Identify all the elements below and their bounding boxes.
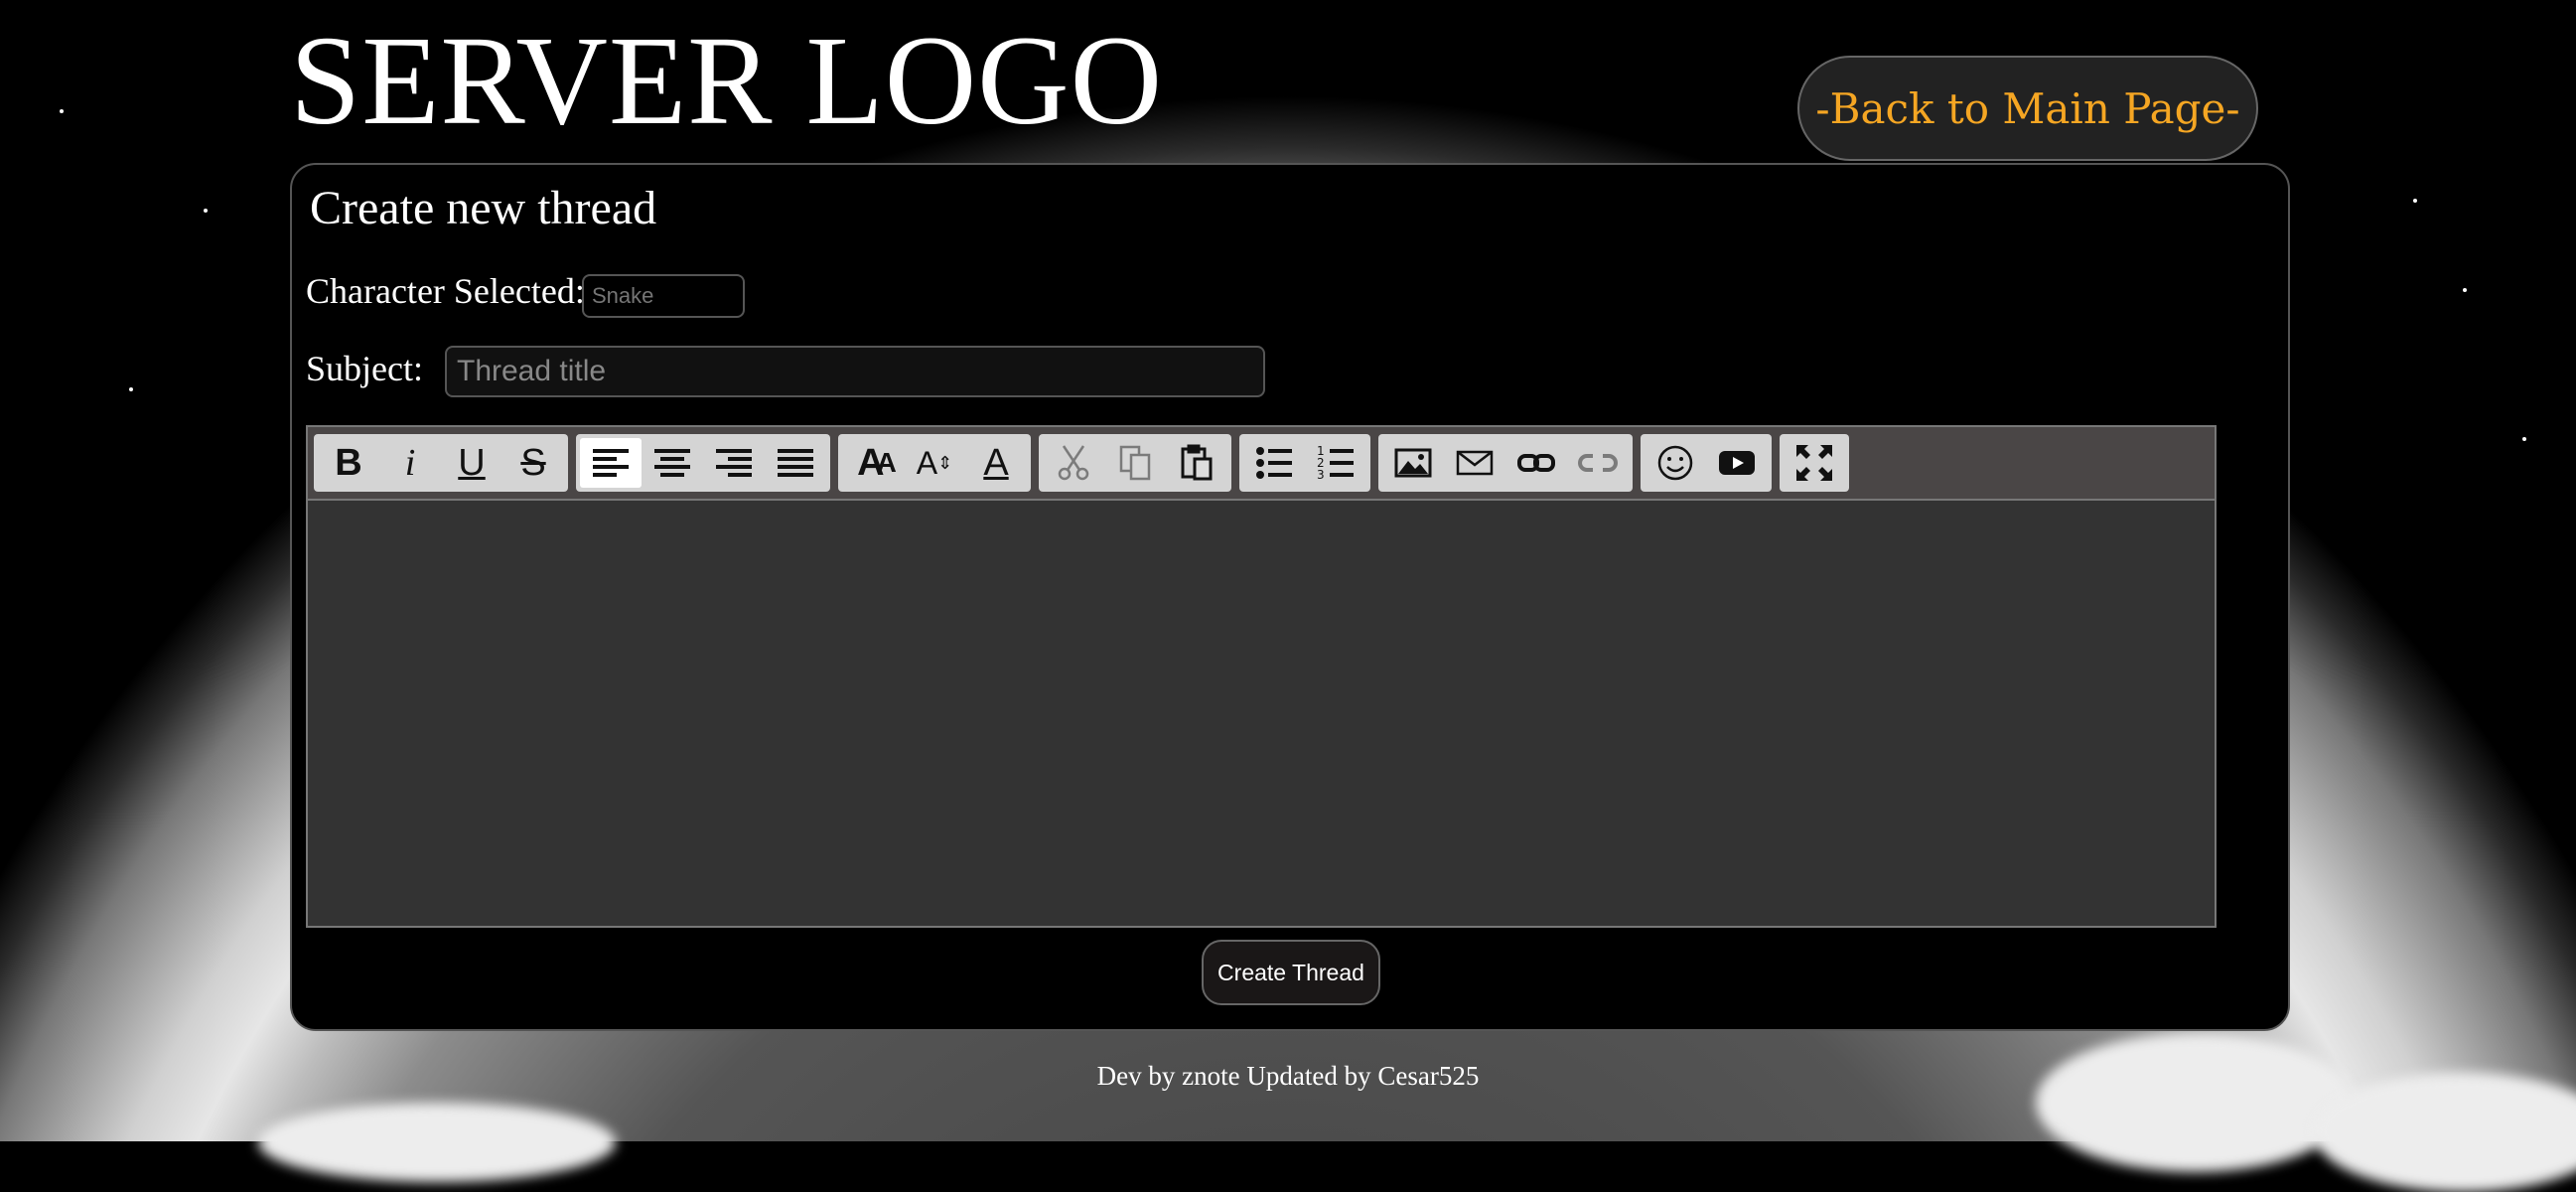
ordered-list-icon[interactable]: 123 — [1305, 438, 1366, 488]
cut-icon[interactable] — [1043, 438, 1104, 488]
toolbar-group-align — [576, 434, 830, 492]
font-size-icon[interactable]: A ⇕ — [904, 438, 965, 488]
character-field[interactable] — [582, 274, 745, 318]
create-thread-button[interactable]: Create Thread — [1202, 940, 1380, 1005]
svg-text:3: 3 — [1317, 468, 1325, 482]
justify-icon[interactable] — [765, 438, 826, 488]
star — [60, 109, 64, 113]
link-icon[interactable] — [1505, 438, 1567, 488]
toolbar-group-font: AA A ⇕ A — [838, 434, 1031, 492]
create-thread-panel: Create new thread Character Selected: Su… — [290, 163, 2290, 1031]
server-logo: SERVER LOGO — [290, 10, 1163, 151]
italic-icon[interactable]: i — [379, 438, 441, 488]
copy-icon[interactable] — [1104, 438, 1166, 488]
align-left-icon[interactable] — [580, 438, 642, 488]
cloud — [258, 1103, 616, 1182]
star — [2413, 199, 2417, 203]
underline-icon[interactable]: U — [441, 438, 502, 488]
font-color-icon[interactable]: A — [965, 438, 1027, 488]
page-title: Create new thread — [310, 182, 657, 234]
paste-icon[interactable] — [1166, 438, 1227, 488]
star — [204, 209, 208, 213]
align-center-icon[interactable] — [642, 438, 703, 488]
font-size-arrows: ⇕ — [937, 452, 953, 473]
bullet-list-icon[interactable] — [1243, 438, 1305, 488]
toolbar-group-format: B i U S — [314, 434, 568, 492]
toolbar-group-media — [1641, 434, 1772, 492]
star — [129, 387, 133, 391]
rich-text-editor: B i U S AA A ⇕ A 1 2 3 — [306, 425, 2217, 928]
character-label: Character Selected: — [306, 271, 585, 311]
youtube-icon[interactable] — [1706, 438, 1768, 488]
bold-icon[interactable]: B — [318, 438, 379, 488]
font-size-glyph: A — [916, 444, 938, 481]
subject-label: Subject: — [306, 349, 423, 388]
toolbar-group-lists: 123 — [1239, 434, 1370, 492]
toolbar-group-view — [1780, 434, 1849, 492]
star — [2522, 437, 2526, 441]
toolbar-group-clipboard — [1039, 434, 1231, 492]
editor-toolbar: B i U S AA A ⇕ A 1 2 3 — [308, 427, 2215, 501]
email-icon[interactable] — [1444, 438, 1505, 488]
star — [2463, 288, 2467, 292]
cloud — [2036, 1033, 2354, 1172]
font-glyph: A — [857, 441, 885, 484]
footer-credit: Dev by znote Updated by Cesar525 — [1096, 1061, 1480, 1091]
subject-input[interactable] — [445, 346, 1265, 397]
emoticon-icon[interactable] — [1645, 438, 1706, 488]
image-icon[interactable] — [1382, 438, 1444, 488]
back-to-main-page-button[interactable]: -Back to Main Page- — [1797, 56, 2258, 161]
font-glyph-small: A — [876, 447, 897, 478]
align-right-icon[interactable] — [703, 438, 765, 488]
strikethrough-icon[interactable]: S — [502, 438, 564, 488]
toolbar-group-insert — [1378, 434, 1633, 492]
editor-text-area[interactable] — [308, 501, 2215, 926]
maximize-icon[interactable] — [1784, 438, 1845, 488]
unlink-icon[interactable] — [1567, 438, 1629, 488]
font-icon[interactable]: AA — [842, 438, 904, 488]
